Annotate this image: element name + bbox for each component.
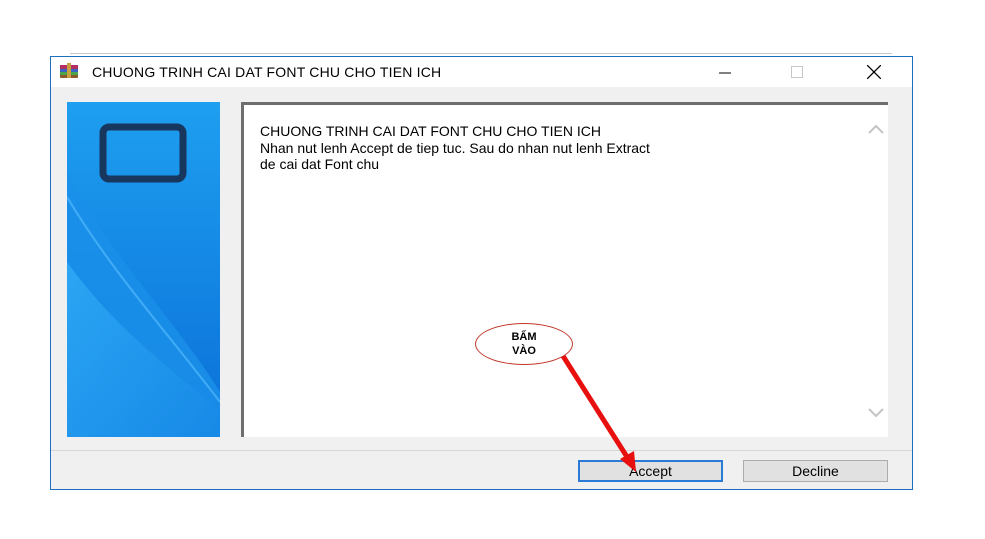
window-title: CHUONG TRINH CAI DAT FONT CHU CHO TIEN I… — [92, 64, 442, 80]
installer-window: CHUONG TRINH CAI DAT FONT CHU CHO TIEN I… — [50, 56, 913, 490]
minimize-button[interactable] — [702, 57, 748, 87]
callout-line-1: BẤM — [511, 331, 537, 343]
license-text-area[interactable]: CHUONG TRINH CAI DAT FONT CHU CHO TIEN I… — [241, 102, 888, 437]
annotation-callout: BẤM VÀO — [475, 323, 573, 365]
title-bar[interactable]: CHUONG TRINH CAI DAT FONT CHU CHO TIEN I… — [51, 57, 912, 87]
decline-button[interactable]: Decline — [743, 460, 888, 482]
chevron-down-icon[interactable] — [868, 407, 884, 419]
installer-side-banner — [67, 102, 220, 437]
minimize-icon — [719, 72, 731, 74]
accept-button[interactable]: Accept — [578, 460, 723, 482]
maximize-icon — [791, 66, 803, 78]
close-icon — [867, 65, 881, 79]
callout-line-2: VÀO — [512, 345, 536, 357]
winrar-archive-icon — [60, 63, 78, 78]
banner-graphic — [67, 102, 220, 437]
maximize-button[interactable] — [774, 57, 820, 87]
close-button[interactable] — [851, 57, 897, 87]
background-window-edge — [70, 53, 892, 54]
chevron-up-icon[interactable] — [868, 123, 884, 135]
license-text: CHUONG TRINH CAI DAT FONT CHU CHO TIEN I… — [260, 123, 650, 172]
button-bar-divider — [51, 450, 912, 451]
